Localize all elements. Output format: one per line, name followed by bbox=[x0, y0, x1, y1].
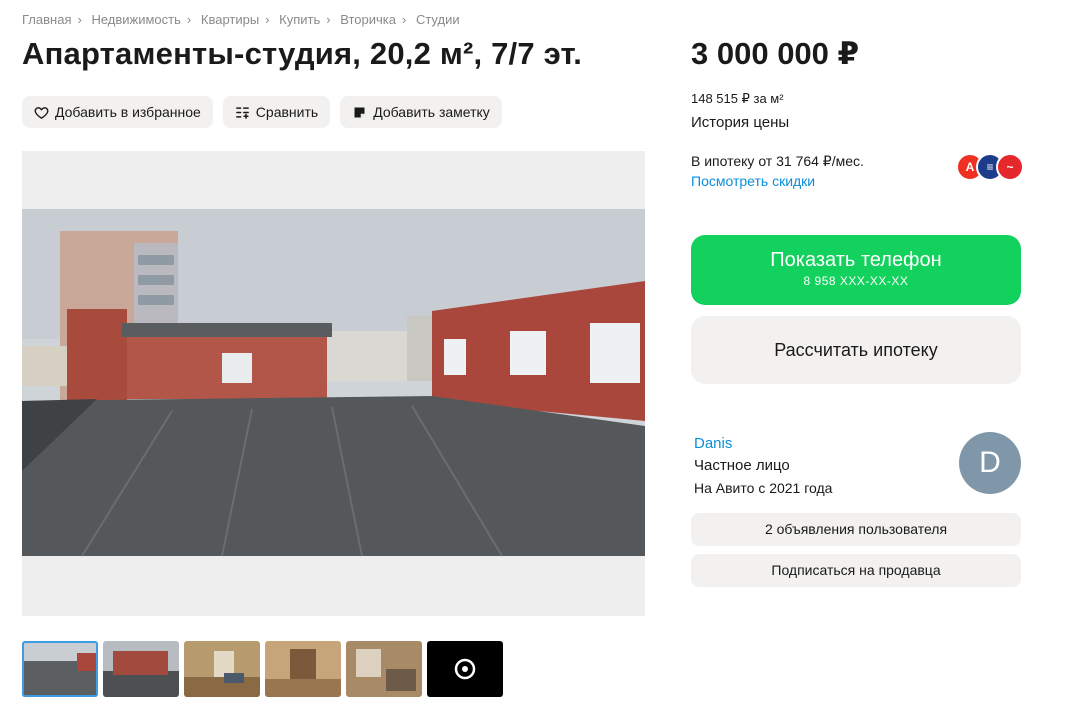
thumbnail[interactable] bbox=[346, 641, 422, 697]
mortgage-info: В ипотеку от 31 764 ₽/мес. bbox=[691, 153, 864, 169]
chevron-right-icon: › bbox=[77, 12, 82, 27]
breadcrumb-item[interactable]: Вторичка bbox=[340, 12, 396, 27]
price: 3 000 000 ₽ bbox=[691, 36, 860, 71]
phone-mask: 8 958 XXX-XX-XX bbox=[803, 274, 909, 288]
breadcrumb-item[interactable]: Купить bbox=[279, 12, 320, 27]
note-icon bbox=[354, 107, 365, 117]
thumbnail-more[interactable] bbox=[427, 641, 503, 697]
add-note-label: Добавить заметку bbox=[373, 104, 490, 120]
thumbnail[interactable] bbox=[103, 641, 179, 697]
seller-type: Частное лицо bbox=[694, 457, 790, 474]
show-phone-button[interactable]: Показать телефон 8 958 XXX-XX-XX bbox=[691, 235, 1021, 305]
subscribe-seller-button[interactable]: Подписаться на продавца bbox=[691, 554, 1021, 587]
user-ads-button[interactable]: 2 объявления пользователя bbox=[691, 513, 1021, 546]
listing-actions: Добавить в избранное Сравнить Добавить з… bbox=[22, 96, 502, 128]
page-title: Апартаменты-студия, 20,2 м², 7/7 эт. bbox=[22, 36, 583, 71]
calculate-mortgage-button[interactable]: Рассчитать ипотеку bbox=[691, 316, 1021, 384]
compare-icon bbox=[235, 106, 249, 119]
show-phone-label: Показать телефон bbox=[770, 249, 942, 271]
thumbnail[interactable] bbox=[265, 641, 341, 697]
chevron-right-icon: › bbox=[186, 12, 192, 27]
chevron-right-icon: › bbox=[265, 12, 270, 27]
add-to-favorites-label: Добавить в избранное bbox=[55, 104, 201, 120]
see-discounts-link[interactable]: Посмотреть скидки bbox=[691, 173, 815, 189]
breadcrumb-item[interactable]: Главная bbox=[22, 12, 71, 27]
breadcrumb-item[interactable]: Квартиры bbox=[201, 12, 259, 27]
photo-thumbnails bbox=[22, 641, 503, 697]
chevron-right-icon: › bbox=[326, 12, 331, 27]
price-history-link[interactable]: История цены bbox=[691, 114, 789, 131]
breadcrumb: Главная › Недвижимость › Квартиры › Купить ›… bbox=[22, 12, 460, 27]
chevron-right-icon: › bbox=[401, 12, 407, 27]
heart-icon bbox=[34, 106, 49, 119]
add-note-button[interactable]: Добавить заметку bbox=[340, 96, 502, 128]
sovcom-bank-icon: ~ bbox=[996, 153, 1024, 181]
breadcrumb-item[interactable]: Студии bbox=[416, 12, 460, 27]
price-per-m2: 148 515 ₽ за м² bbox=[691, 91, 784, 106]
avatar[interactable]: D bbox=[959, 432, 1021, 494]
thumbnail[interactable] bbox=[184, 641, 260, 697]
breadcrumb-item[interactable]: Недвижимость bbox=[91, 12, 180, 27]
main-photo[interactable] bbox=[22, 151, 645, 616]
seller-since: На Авито с 2021 года bbox=[694, 480, 833, 496]
bank-icons[interactable]: А ≡ ~ bbox=[956, 153, 1024, 181]
compare-button[interactable]: Сравнить bbox=[222, 96, 331, 128]
seller-name[interactable]: Danis bbox=[694, 435, 732, 452]
compare-label: Сравнить bbox=[255, 104, 319, 120]
add-to-favorites-button[interactable]: Добавить в избранное bbox=[22, 96, 213, 128]
thumbnail[interactable] bbox=[22, 641, 98, 697]
